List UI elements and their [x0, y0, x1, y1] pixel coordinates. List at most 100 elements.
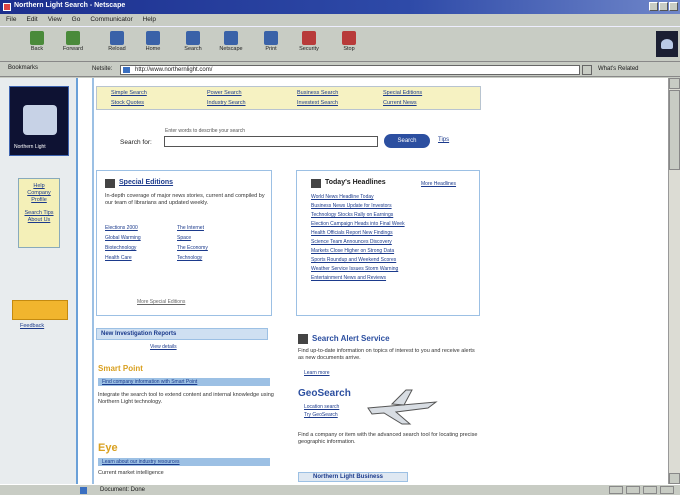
menu-communicator[interactable]: Communicator: [90, 14, 132, 25]
headline-item[interactable]: Sports Roundup and Weekend Scores: [311, 256, 475, 265]
nav-feedback-link[interactable]: Feedback: [20, 323, 44, 329]
forward-button[interactable]: Forward: [56, 29, 90, 61]
edition-link[interactable]: Biotechnology: [105, 245, 136, 251]
search-icon: [186, 31, 200, 45]
edition-link[interactable]: Technology: [177, 255, 202, 261]
link-current-news[interactable]: Current News: [383, 100, 417, 106]
nav-link-company-profile[interactable]: Company Profile: [21, 190, 57, 204]
status-component[interactable]: [626, 486, 640, 494]
edition-link[interactable]: Health Care: [105, 255, 132, 261]
menu-edit[interactable]: Edit: [26, 14, 37, 25]
status-text: Document: Done: [100, 487, 146, 493]
geosearch-link[interactable]: Location search: [304, 404, 339, 410]
url-field[interactable]: http://www.northernlight.com/: [120, 65, 580, 75]
alert-title[interactable]: Search Alert Service: [312, 334, 390, 343]
edition-link[interactable]: The Internet: [177, 225, 204, 231]
headline-item[interactable]: Health Officials Report New Findings: [311, 229, 475, 238]
print-icon: [264, 31, 278, 45]
vertical-scrollbar[interactable]: [668, 78, 680, 484]
left-nav: Northern Light Help Company Profile Sear…: [0, 78, 78, 484]
status-component[interactable]: [609, 486, 623, 494]
home-button[interactable]: Home: [136, 29, 170, 61]
link-stock-quotes[interactable]: Stock Quotes: [111, 100, 144, 106]
back-button[interactable]: Back: [20, 29, 54, 61]
menu-help[interactable]: Help: [143, 14, 156, 25]
menu-view[interactable]: View: [48, 14, 62, 25]
headline-item[interactable]: Technology Stocks Rally on Earnings: [311, 211, 475, 220]
close-button[interactable]: [669, 2, 678, 11]
headline-item[interactable]: Entertainment News and Reviews: [311, 274, 475, 283]
link-investext-search[interactable]: Investext Search: [297, 100, 338, 106]
headline-list: World News Headline Today Business News …: [311, 193, 475, 283]
security-icon: [302, 31, 316, 45]
netscape-button[interactable]: Netscape: [214, 29, 248, 61]
nav-link-help[interactable]: Help: [21, 183, 57, 190]
location-bar: Bookmarks Netsite: http://www.northernli…: [0, 63, 680, 77]
window-title: Northern Light Search - Netscape: [14, 2, 126, 9]
link-business-search[interactable]: Business Search: [297, 90, 338, 96]
headlines-title: Today's Headlines: [325, 179, 386, 186]
menu-file[interactable]: File: [6, 14, 16, 25]
link-power-search[interactable]: Power Search: [207, 90, 242, 96]
url-dropdown[interactable]: [582, 65, 592, 75]
search-hint: Enter words to describe your search: [165, 128, 246, 134]
geosearch-link[interactable]: Try GeoSearch: [304, 412, 338, 418]
more-editions-link[interactable]: More Special Editions: [137, 299, 185, 305]
search-tips-link[interactable]: Tips: [438, 137, 449, 143]
headline-item[interactable]: Business News Update for Investors: [311, 202, 475, 211]
alert-link[interactable]: Learn more: [304, 370, 330, 376]
security-button[interactable]: Security: [292, 29, 326, 61]
business-banner[interactable]: Northern Light Business: [298, 472, 408, 482]
headlines-box: Today's Headlines More Headlines World N…: [296, 170, 480, 316]
headline-item[interactable]: Weather Service Issues Storm Warning: [311, 265, 475, 274]
headline-item[interactable]: Science Team Announces Discovery: [311, 238, 475, 247]
scroll-down-arrow[interactable]: [669, 473, 680, 484]
home-icon: [146, 31, 160, 45]
special-editions-title[interactable]: Special Editions: [119, 179, 173, 186]
minimize-button[interactable]: [649, 2, 658, 11]
guide-link[interactable]: View details: [150, 344, 177, 350]
edition-link[interactable]: Elections 2000: [105, 225, 138, 231]
edition-link[interactable]: The Economy: [177, 245, 208, 251]
search-submit-button[interactable]: Search: [384, 134, 430, 148]
headline-item[interactable]: World News Headline Today: [311, 193, 475, 202]
more-headlines-link[interactable]: More Headlines: [421, 181, 456, 187]
search-input[interactable]: [164, 136, 378, 147]
search-links-band: Simple Search Power Search Business Sear…: [96, 86, 481, 110]
location-label: Netsite:: [92, 66, 113, 72]
alert-desc: Find up-to-date information on topics of…: [298, 348, 475, 361]
status-component-bar: [609, 486, 674, 494]
reload-button[interactable]: Reload: [100, 29, 134, 61]
link-simple-search[interactable]: Simple Search: [111, 90, 147, 96]
eye-logo: Eye: [98, 442, 118, 454]
bookmarks-button[interactable]: Bookmarks: [8, 65, 38, 71]
link-industry-search[interactable]: Industry Search: [207, 100, 246, 106]
nav-link-about-us[interactable]: About Us: [21, 217, 57, 224]
eye-link[interactable]: Learn about our industry resources: [102, 459, 180, 465]
edition-link[interactable]: Space: [177, 235, 191, 241]
nav-link-search-tips[interactable]: Search Tips: [21, 210, 57, 217]
scroll-up-arrow[interactable]: [669, 78, 680, 89]
whats-related-button[interactable]: What's Related: [598, 66, 639, 72]
status-component[interactable]: [643, 486, 657, 494]
headline-item[interactable]: Election Campaign Heads into Final Week: [311, 220, 475, 229]
scroll-thumb[interactable]: [669, 90, 680, 170]
menu-go[interactable]: Go: [72, 14, 81, 25]
smartpoint-link[interactable]: Find company information with Smart Poin…: [102, 379, 197, 385]
guide-banner[interactable]: New Investigation Reports: [96, 328, 268, 340]
forward-icon: [66, 31, 80, 45]
netscape-icon: [224, 31, 238, 45]
maximize-button[interactable]: [659, 2, 668, 11]
headline-item[interactable]: Markets Close Higher on Strong Data: [311, 247, 475, 256]
title-bar: Northern Light Search - Netscape: [0, 0, 680, 14]
link-special-editions[interactable]: Special Editions: [383, 90, 422, 96]
edition-link[interactable]: Global Warming: [105, 235, 141, 241]
status-component[interactable]: [660, 486, 674, 494]
nav-orange-button[interactable]: [12, 300, 68, 320]
window-controls: [649, 2, 678, 11]
site-logo[interactable]: Northern Light: [9, 86, 69, 156]
geosearch-title[interactable]: GeoSearch: [298, 388, 351, 399]
print-button[interactable]: Print: [254, 29, 288, 61]
stop-button[interactable]: Stop: [332, 29, 366, 61]
search-button[interactable]: Search: [176, 29, 210, 61]
